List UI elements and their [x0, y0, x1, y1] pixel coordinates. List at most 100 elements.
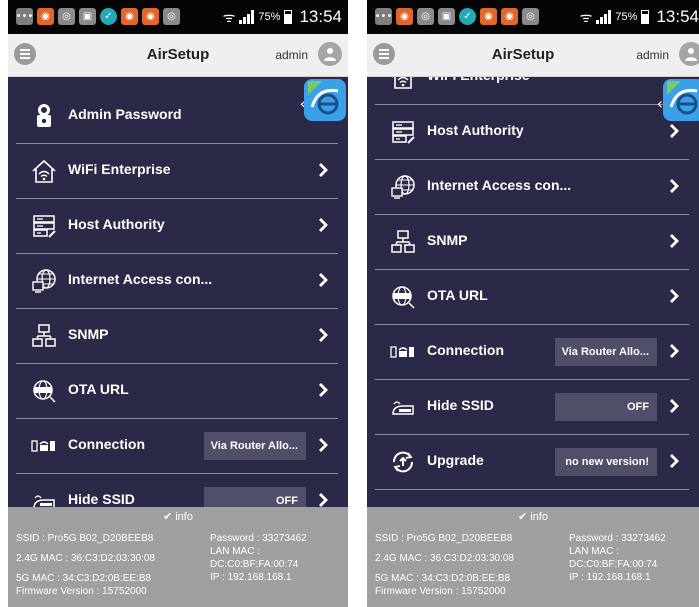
notification-icons: ••• ◉ ◎ ▣ ✓ ◉ ◉ ◎	[16, 8, 180, 25]
gallery-app-icon: ▣	[79, 8, 96, 25]
chevron-right-icon	[316, 435, 330, 455]
row-label: Host Authority	[427, 122, 524, 138]
settings-list: Admin Password WiFi Enterprise Host Auth…	[8, 77, 348, 507]
settings-row-internet-access[interactable]: Internet Access con...	[375, 160, 689, 215]
row-label: Hide SSID	[68, 491, 135, 507]
settings-row-snmp[interactable]: SNMP	[16, 309, 338, 364]
settings-row-internet-access[interactable]: Internet Access con...	[16, 254, 338, 309]
settings-row-connection[interactable]: Connection Via Router Allo...	[16, 419, 338, 474]
avatar[interactable]	[318, 42, 342, 66]
settings-row-host-authority[interactable]: Host Authority	[16, 199, 338, 254]
wifi-signal-icon: ᯤ	[579, 9, 593, 26]
info-toggle-label: info	[530, 511, 548, 523]
app-logo-icon[interactable]	[657, 77, 699, 123]
firmware-text: Firmware Version : 15752000	[16, 586, 147, 597]
network-icon	[31, 323, 57, 349]
chevron-right-icon	[316, 270, 330, 290]
gallery-app-icon: ▣	[438, 8, 455, 25]
password-text: Password : 33273462	[210, 533, 307, 544]
photos-app-icon: ◉	[37, 8, 54, 25]
settings-row-host-authority[interactable]: Host Authority	[375, 105, 689, 160]
camera-app-icon: ◎	[522, 8, 539, 25]
ssid-text: SSID : Pro5G B02_D20BEEB8	[375, 533, 513, 544]
chevron-right-icon	[667, 286, 681, 306]
row-label: Hide SSID	[427, 397, 494, 413]
upgrade-icon	[390, 449, 416, 475]
settings-row-snmp[interactable]: SNMP	[375, 215, 689, 270]
row-label: Host Authority	[68, 216, 165, 232]
chevron-right-icon	[316, 490, 330, 507]
chevron-right-icon	[316, 325, 330, 345]
settings-list: WiFi Enterprise Host Authority Internet …	[367, 77, 699, 507]
globe-computer-icon	[390, 174, 416, 200]
wifi-signal-icon: ᯤ	[222, 9, 236, 26]
avatar[interactable]	[679, 42, 699, 66]
lan-mac-label: LAN MAC :	[569, 546, 620, 557]
wifi-house-icon	[31, 158, 57, 184]
mac-5g-text: 5G MAC : 34:C3:D2:0B:EE:B8	[375, 573, 511, 584]
app-icon: ◉	[480, 8, 497, 25]
info-toggle[interactable]: ✔ info	[8, 510, 348, 523]
row-label: OTA URL	[68, 381, 129, 397]
settings-row-hide-ssid[interactable]: Hide SSID OFF	[16, 474, 338, 507]
user-name: admin	[275, 48, 308, 62]
globe-www-icon	[390, 284, 416, 310]
settings-row-connection[interactable]: Connection Via Router Allo...	[375, 325, 689, 380]
info-panel: ✔ info SSID : Pro5G B02_D20BEEB8 Password…	[367, 507, 699, 607]
battery-icon	[284, 10, 293, 24]
lock-icon	[31, 103, 57, 129]
chevron-right-icon	[316, 160, 330, 180]
password-text: Password : 33273462	[569, 533, 666, 544]
settings-row-wifi-enterprise[interactable]: WiFi Enterprise	[375, 77, 689, 105]
app-bar: AirSetup admin	[8, 34, 348, 77]
server-icon	[390, 119, 416, 145]
firmware-text: Firmware Version : 15752000	[375, 586, 506, 597]
router-icon	[390, 394, 416, 420]
settings-row-ota-url[interactable]: OTA URL	[16, 364, 338, 419]
connection-value: Via Router Allo...	[204, 432, 306, 460]
settings-row-upgrade[interactable]: Upgrade no new version!	[375, 435, 689, 490]
notification-icons: ••• ◉ ◎ ▣ ✓ ◉ ◉ ◎	[375, 8, 539, 25]
upgrade-value: no new version!	[555, 448, 657, 476]
photos-app-icon: ◉	[396, 8, 413, 25]
hide-ssid-value: OFF	[204, 487, 306, 507]
status-bar: ••• ◉ ◎ ▣ ✓ ◉ ◉ ◎ ᯤ 75% 13:54	[8, 0, 348, 34]
network-icon	[390, 229, 416, 255]
chat-app-icon: •••	[16, 8, 33, 25]
row-label: SNMP	[427, 232, 468, 248]
chevron-right-icon	[667, 121, 681, 141]
settings-row-hide-ssid[interactable]: Hide SSID OFF	[375, 380, 689, 435]
row-label: Internet Access con...	[427, 177, 572, 193]
row-label: Internet Access con...	[68, 271, 213, 287]
clock: 13:54	[299, 7, 342, 26]
chat-app-icon: •••	[375, 8, 392, 25]
camera-app-icon: ◎	[58, 8, 75, 25]
lan-mac-label: LAN MAC :	[210, 546, 261, 557]
lan-mac-value: DC:C0:BF:FA:00:74	[210, 559, 299, 570]
row-label: Connection	[427, 342, 504, 358]
status-bar: ••• ◉ ◎ ▣ ✓ ◉ ◉ ◎ ᯤ 75% 13:54	[367, 0, 699, 34]
settings-row-admin-password[interactable]: Admin Password	[16, 89, 338, 144]
ip-text: IP : 192.168.168.1	[210, 572, 292, 583]
row-label: OTA URL	[427, 287, 488, 303]
lan-mac-value: DC:C0:BF:FA:00:74	[569, 559, 658, 570]
chevron-right-icon	[667, 341, 681, 361]
info-toggle[interactable]: ✔ info	[367, 510, 699, 523]
chevron-right-icon	[667, 231, 681, 251]
row-label: WiFi Enterprise	[68, 161, 171, 177]
chevron-right-icon	[316, 215, 330, 235]
settings-row-ota-url[interactable]: OTA URL	[375, 270, 689, 325]
row-label: Upgrade	[427, 452, 484, 468]
camera-app-icon: ◎	[163, 8, 180, 25]
app-logo-icon[interactable]	[298, 77, 348, 123]
battery-percent: 75%	[615, 11, 638, 23]
check-app-icon: ✓	[100, 8, 117, 25]
row-label: WiFi Enterprise	[427, 77, 530, 83]
wifi-house-icon	[390, 77, 416, 90]
chevron-right-icon	[316, 380, 330, 400]
connection-value: Via Router Allo...	[555, 338, 657, 366]
info-toggle-label: info	[175, 511, 193, 523]
settings-row-wifi-enterprise[interactable]: WiFi Enterprise	[16, 144, 338, 199]
mac-24g-text: 2.4G MAC : 36:C3:D2:03:30:08	[16, 553, 155, 564]
row-label: SNMP	[68, 326, 109, 342]
